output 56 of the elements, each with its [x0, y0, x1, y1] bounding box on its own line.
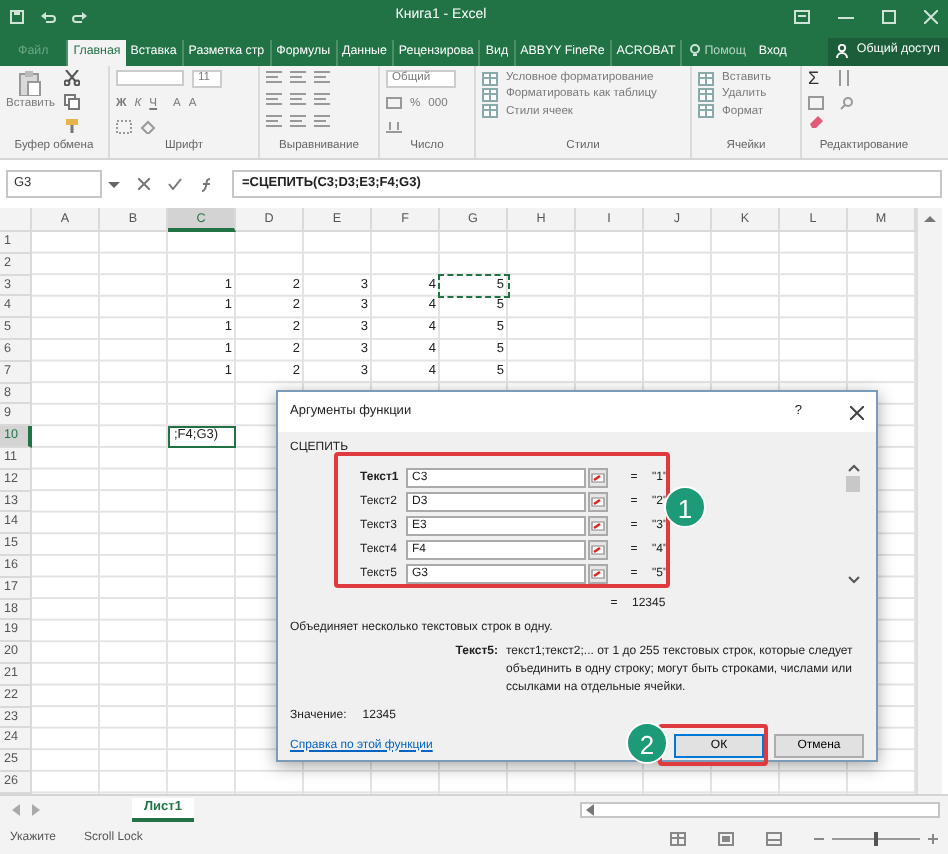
- copy-icon[interactable]: [63, 94, 80, 110]
- collapse-dialog-icon[interactable]: [588, 468, 608, 488]
- close-icon[interactable]: [850, 405, 864, 419]
- normal-view-icon[interactable]: [670, 832, 686, 847]
- sheet-nav-icon[interactable]: [12, 804, 40, 817]
- dropdown-icon[interactable]: [108, 179, 120, 189]
- table-style-icon[interactable]: [698, 104, 714, 119]
- page-break-icon[interactable]: [766, 832, 782, 847]
- maximize-icon[interactable]: [882, 9, 896, 23]
- zoom-in-icon[interactable]: [928, 832, 938, 847]
- align-icon[interactable]: [290, 70, 306, 84]
- align-icon[interactable]: [290, 114, 306, 128]
- redo-icon[interactable]: [72, 9, 88, 23]
- page-layout-icon[interactable]: [718, 832, 734, 847]
- collapse-dialog-icon[interactable]: [588, 564, 608, 584]
- scissors-icon[interactable]: [63, 70, 80, 86]
- scroll-up-icon[interactable]: [924, 214, 936, 224]
- enter-icon[interactable]: [168, 178, 182, 190]
- cancel-icon[interactable]: [138, 178, 150, 190]
- align-icon[interactable]: [266, 70, 282, 84]
- collapse-dialog-icon[interactable]: [588, 516, 608, 536]
- horizontal-scrollbar[interactable]: [580, 802, 940, 819]
- borders-icon[interactable]: [116, 120, 132, 135]
- fill-color-icon[interactable]: [140, 120, 156, 135]
- align-icon[interactable]: [290, 92, 306, 106]
- align-icon[interactable]: [314, 114, 330, 128]
- search-icon[interactable]: [840, 96, 854, 110]
- ribbon-options-icon[interactable]: [794, 9, 810, 23]
- align-icon[interactable]: [266, 114, 282, 128]
- dialog-scrollbar[interactable]: [844, 464, 862, 584]
- align-icon[interactable]: [314, 92, 330, 106]
- collapse-dialog-icon[interactable]: [588, 540, 608, 560]
- table-style-icon[interactable]: [482, 88, 498, 103]
- lightbulb-icon: [690, 43, 701, 58]
- table-style-icon[interactable]: [698, 71, 714, 86]
- eraser-icon[interactable]: [808, 114, 824, 128]
- align-icon[interactable]: [314, 70, 330, 84]
- scroll-down-icon[interactable]: [847, 576, 859, 584]
- autosum-button[interactable]: Σ: [808, 70, 820, 88]
- table-style-icon[interactable]: [482, 71, 498, 86]
- person-icon: [836, 44, 849, 58]
- function-icon[interactable]: [200, 177, 214, 191]
- clipboard-icon[interactable]: [18, 70, 43, 96]
- font-name-field[interactable]: [116, 70, 184, 86]
- collapse-dialog-icon[interactable]: [588, 492, 608, 512]
- step-badge: 2: [626, 722, 668, 764]
- scroll-up-icon[interactable]: [847, 464, 859, 472]
- scroll-left-icon[interactable]: [586, 804, 596, 817]
- align-icon[interactable]: [266, 92, 282, 106]
- step-badge: 1: [664, 486, 706, 528]
- brush-icon[interactable]: [63, 118, 80, 134]
- table-style-icon[interactable]: [698, 88, 714, 103]
- undo-icon[interactable]: [40, 9, 56, 23]
- save-icon[interactable]: [10, 9, 24, 23]
- scroll-thumb[interactable]: [846, 476, 860, 492]
- table-style-icon[interactable]: [482, 104, 498, 119]
